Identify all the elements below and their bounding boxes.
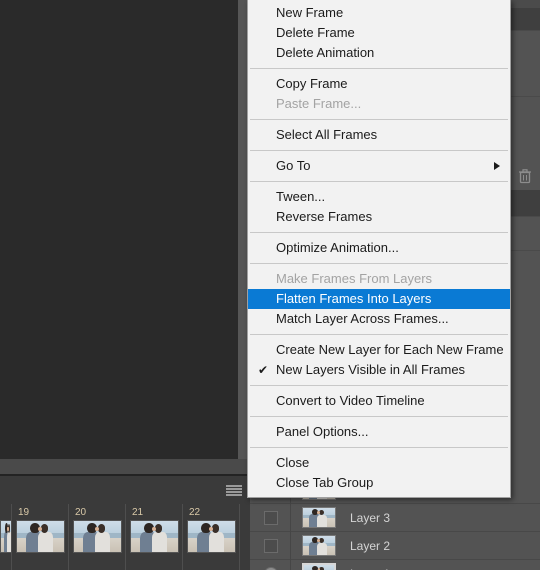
frames-strip: 19 20 21 22: [0, 504, 250, 570]
frame-thumbnail: [73, 520, 122, 553]
layer-visibility-toggle[interactable]: [264, 538, 278, 553]
menu-separator: [250, 447, 508, 448]
frame-number: 20: [75, 507, 87, 518]
menu-separator: [250, 68, 508, 69]
menu-item-flatten-frames-into-layers[interactable]: Flatten Frames Into Layers: [248, 289, 510, 309]
menu-item-paste-frame: Paste Frame...: [276, 96, 362, 111]
submenu-arrow-icon: [494, 162, 500, 170]
frame-number: 21: [132, 507, 144, 518]
frame-thumbnail: [130, 520, 179, 553]
frame-thumbnail: [187, 520, 236, 553]
layer-visibility-toggle[interactable]: [264, 510, 278, 525]
timeline-header: [0, 476, 250, 504]
menu-item-match-layer-across-frames[interactable]: Match Layer Across Frames...: [248, 309, 510, 329]
layer-visibility-toggle[interactable]: [264, 566, 278, 570]
menu-item-close[interactable]: Close: [248, 453, 510, 473]
menu-separator: [250, 232, 508, 233]
menu-item-new-frame[interactable]: New Frame: [248, 3, 510, 23]
menu-item-close-tab-group[interactable]: Close Tab Group: [248, 473, 510, 493]
photoshop-window: Denoise: 0.00% none Layer 4Layer 3Layer …: [0, 0, 540, 570]
layer-row[interactable]: Layer 2: [250, 531, 540, 560]
layer-thumbnail: [302, 507, 336, 528]
menu-item-select-all-frames[interactable]: Select All Frames: [248, 125, 510, 145]
layer-thumbnail: [302, 563, 336, 570]
layer-column-divider: [290, 531, 291, 560]
frame-number: [0, 507, 7, 520]
timeline-frame[interactable]: 22: [183, 504, 240, 570]
timeline-frame[interactable]: 21: [126, 504, 183, 570]
menu-item-make-frames-from-layers: Make Frames From Layers: [276, 271, 433, 286]
frame-number: 22: [189, 507, 201, 518]
menu-item-optimize-animation[interactable]: Optimize Animation...: [248, 238, 510, 258]
menu-item-copy-frame[interactable]: Copy Frame: [248, 74, 510, 94]
layer-name-label: Layer 2: [350, 538, 391, 553]
layer-name-label: Layer 3: [350, 510, 391, 525]
document-canvas[interactable]: [0, 0, 238, 459]
trash-icon[interactable]: [516, 167, 534, 185]
hamburger-icon[interactable]: [226, 485, 242, 496]
frame-thumbnail: [16, 520, 65, 553]
menu-separator: [250, 416, 508, 417]
layer-name-label: Layer 1: [350, 567, 390, 570]
timeline-frame[interactable]: [0, 504, 12, 570]
frame-thumbnail: [0, 520, 11, 553]
menu-separator: [250, 263, 508, 264]
menu-separator: [250, 150, 508, 151]
menu-item-convert-to-video-timeline[interactable]: Convert to Video Timeline: [248, 391, 510, 411]
menu-separator: [250, 334, 508, 335]
menu-item-panel-options[interactable]: Panel Options...: [248, 422, 510, 442]
menu-separator: [250, 181, 508, 182]
menu-separator: [250, 119, 508, 120]
menu-separator: [250, 385, 508, 386]
animation-panel-context-menu: New Frame Delete Frame Delete Animation Cop…: [247, 0, 511, 498]
menu-item-delete-frame[interactable]: Delete Frame: [248, 23, 510, 43]
layer-column-divider: [290, 559, 291, 570]
timeline-frame[interactable]: 19: [12, 504, 69, 570]
menu-item-tween[interactable]: Tween...: [248, 187, 510, 207]
frame-number: 19: [18, 507, 30, 518]
menu-item-create-new-layer-for-each-new-frame[interactable]: Create New Layer for Each New Frame: [248, 340, 510, 360]
layer-thumbnail: [302, 535, 336, 556]
layer-row[interactable]: Layer 3: [250, 503, 540, 532]
menu-item-new-layers-visible-in-all-frames[interactable]: New Layers Visible in All Frames ✔: [248, 360, 510, 380]
timeline-panel: 19 20 21 22: [0, 476, 250, 570]
layer-row[interactable]: Layer 1: [250, 559, 540, 570]
menu-item-delete-animation[interactable]: Delete Animation: [248, 43, 510, 63]
menu-item-go-to[interactable]: Go To: [248, 156, 510, 176]
timeline-frame[interactable]: 20: [69, 504, 126, 570]
layer-column-divider: [290, 503, 291, 532]
menu-item-reverse-frames[interactable]: Reverse Frames: [248, 207, 510, 227]
checkmark-icon: ✔: [258, 363, 269, 377]
